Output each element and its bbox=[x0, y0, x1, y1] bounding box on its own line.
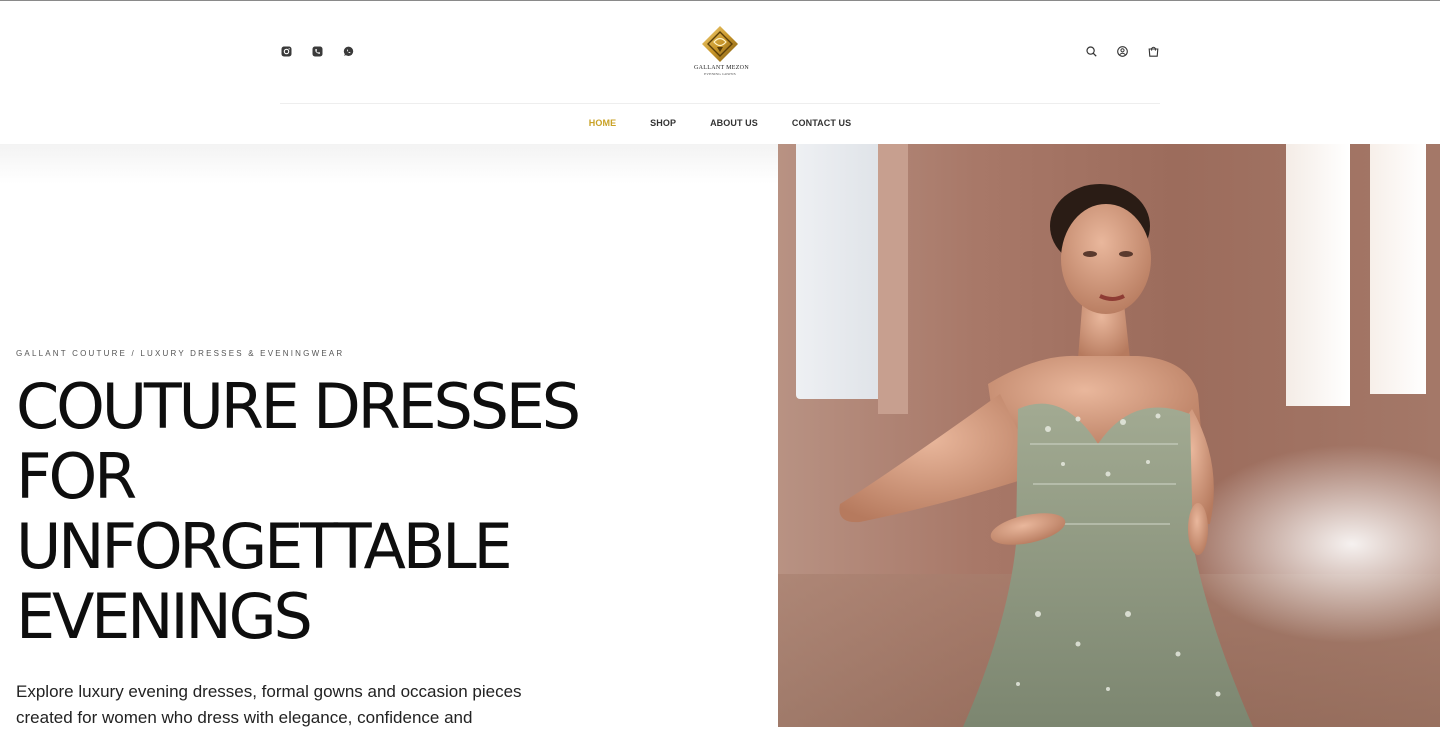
nav-item-about-us[interactable]: ABOUT US bbox=[710, 118, 758, 128]
headline-line: UNFORGETTABLE bbox=[16, 510, 513, 583]
nav-item-home[interactable]: HOME bbox=[589, 118, 616, 128]
hero-image bbox=[778, 144, 1440, 727]
instagram-icon[interactable] bbox=[280, 45, 293, 58]
header-bar: GALLANT MEZON EVENING GOWNS bbox=[280, 1, 1160, 103]
headline-line: EVENINGS bbox=[16, 580, 313, 653]
headline-line: COUTURE DRESSES bbox=[16, 370, 581, 443]
nav-item-contact-us[interactable]: CONTACT US bbox=[792, 118, 851, 128]
account-icon[interactable] bbox=[1116, 45, 1129, 58]
hero-eyebrow: GALLANT COUTURE / LUXURY DRESSES & EVENI… bbox=[16, 349, 345, 358]
model-figure bbox=[839, 184, 1253, 727]
header-divider bbox=[280, 103, 1160, 104]
cart-icon[interactable] bbox=[1147, 45, 1160, 58]
whatsapp-icon[interactable] bbox=[342, 45, 355, 58]
search-icon[interactable] bbox=[1085, 45, 1098, 58]
nav-item-shop[interactable]: SHOP bbox=[650, 118, 676, 128]
main-nav: HOME SHOP ABOUT US CONTACT US bbox=[0, 118, 1440, 128]
hero-intro: Explore luxury evening dresses, formal g… bbox=[16, 682, 522, 727]
header-tools bbox=[1085, 45, 1160, 58]
phone-icon[interactable] bbox=[311, 45, 324, 58]
hero-headline: COUTURE DRESSES FOR UNFORGETTABLE EVENIN… bbox=[16, 372, 756, 652]
social-links bbox=[280, 45, 355, 58]
brand-logo[interactable]: GALLANT MEZON EVENING GOWNS bbox=[694, 25, 749, 79]
header-shadow bbox=[0, 144, 778, 184]
site-header: GALLANT MEZON EVENING GOWNS HOME SHOP AB… bbox=[0, 1, 1440, 144]
headline-line: FOR bbox=[16, 440, 137, 513]
logo-emblem-icon bbox=[702, 26, 738, 62]
logo-tagline: EVENING GOWNS bbox=[704, 72, 736, 76]
logo-wordmark: GALLANT MEZON bbox=[694, 65, 749, 71]
